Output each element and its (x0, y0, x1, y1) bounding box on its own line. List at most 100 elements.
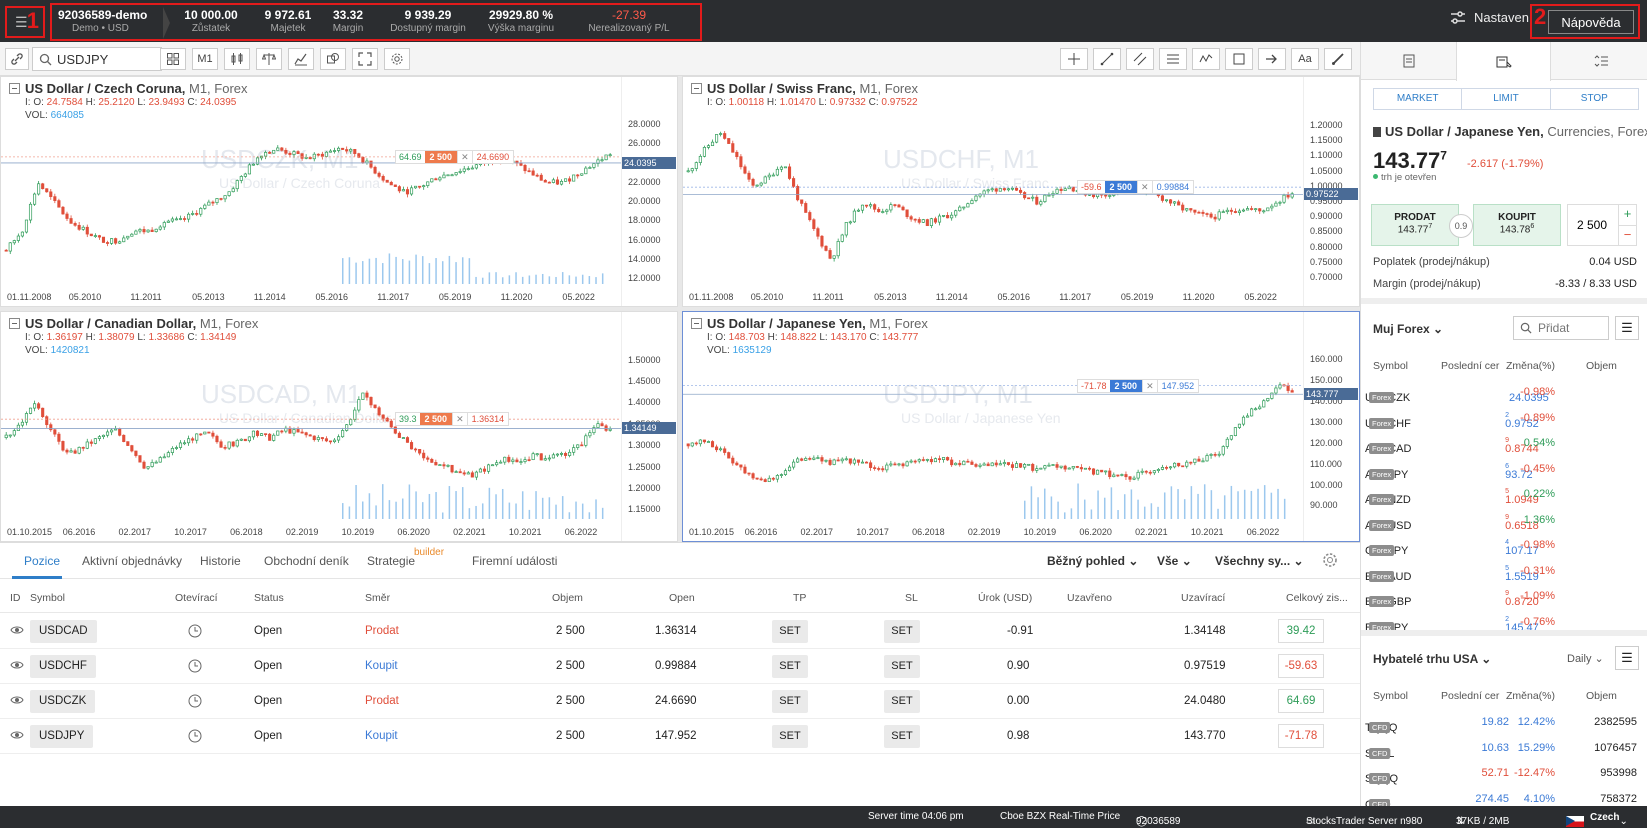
table-row[interactable]: USDCHF Open Koupit 2 500 0.99884 SET SET… (0, 649, 1360, 684)
position-symbol[interactable]: USDCAD (30, 620, 97, 643)
price-plot[interactable] (683, 312, 1303, 525)
list-item[interactable]: TQQQCFD 19.82 12.42% 2382595 (1361, 710, 1647, 735)
set-tp-button[interactable]: SET (772, 725, 808, 748)
order-tag[interactable]: -71.78 2 500 ✕ 147.952 (1077, 378, 1200, 393)
arrow-tool[interactable] (1258, 48, 1286, 70)
price-plot[interactable] (683, 77, 1303, 290)
compare-button[interactable] (256, 48, 282, 70)
list-item[interactable]: AUDUSDForex 0.65189 1.36% (1361, 508, 1647, 533)
indicators-button[interactable] (288, 48, 314, 70)
language-select[interactable]: Czech ⌄ (1566, 811, 1628, 827)
col-interest[interactable]: Úrok (USD) (978, 592, 1032, 604)
set-tp-button[interactable]: SET (772, 690, 808, 713)
order-type-market[interactable]: MARKET (1374, 89, 1463, 109)
fib-tool[interactable] (1159, 48, 1187, 70)
settings-button[interactable]: Nastaven (1450, 10, 1529, 25)
price-axis[interactable]: 28.000026.000024.000022.000020.000018.00… (621, 77, 677, 306)
list-item[interactable]: CADJPYForex 107.174 -0.98% (1361, 533, 1647, 558)
tab-corporate-events[interactable]: Firemní události (472, 554, 557, 568)
eye-icon[interactable] (10, 729, 24, 744)
position-symbol[interactable]: USDCHF (30, 655, 96, 678)
col-direction[interactable]: Směr (365, 592, 390, 604)
order-tag[interactable]: -59.6 2 500 ✕ 0.99884 (1077, 180, 1195, 195)
price-axis[interactable]: 1.20000 1.15000 1.10000 1.05000 1.00000 0.950… (1303, 77, 1359, 306)
position-symbol[interactable]: USDCZK (30, 690, 96, 713)
col-open[interactable]: Open (669, 592, 695, 604)
tab-active-orders[interactable]: Aktivní objednávky (82, 554, 182, 568)
fullscreen-button[interactable] (352, 48, 378, 70)
close-icon[interactable]: ✕ (452, 413, 468, 426)
tab-info[interactable] (1361, 42, 1456, 80)
list-item[interactable]: EURGBPForex 0.87209 -1.09% (1361, 584, 1647, 609)
chart-settings-button[interactable] (384, 48, 410, 70)
eye-icon[interactable] (10, 659, 24, 674)
price-axis[interactable]: 1.500001.450001.400001.350001.300001.250… (621, 312, 677, 541)
tab-positions[interactable]: Pozice (24, 554, 60, 568)
watchlist-add-input[interactable] (1538, 321, 1604, 335)
set-sl-button[interactable]: SET (884, 655, 920, 678)
close-icon[interactable]: ✕ (1142, 379, 1158, 392)
objects-button[interactable] (320, 48, 346, 70)
tab-order[interactable] (1456, 42, 1551, 81)
sell-button[interactable]: PRODAT 143.777 (1371, 204, 1459, 246)
list-item[interactable]: SQQQCFD 52.71 -12.47% 953998 (1361, 761, 1647, 786)
symbol-input[interactable] (57, 51, 157, 67)
table-row[interactable]: USDCZK Open Prodat 2 500 24.6690 SET SET… (0, 684, 1360, 719)
set-sl-button[interactable]: SET (884, 620, 920, 643)
table-row[interactable]: USDJPY Open Koupit 2 500 147.952 SET SET… (0, 719, 1360, 754)
set-tp-button[interactable]: SET (772, 620, 808, 643)
channel-tool[interactable] (1126, 48, 1154, 70)
plus-icon[interactable]: + (1619, 205, 1636, 225)
list-item[interactable]: AUDJPYForex 93.726 -0.45% (1361, 457, 1647, 482)
wave-tool[interactable] (1192, 48, 1220, 70)
minus-icon[interactable]: − (1619, 224, 1636, 246)
movers-period-select[interactable]: Daily ⌄ (1567, 652, 1604, 665)
list-item[interactable]: USDCHFForex 0.97522 -0.89% (1361, 406, 1647, 431)
set-sl-button[interactable]: SET (884, 690, 920, 713)
list-item[interactable]: AUDNZDForex 1.09495 0.22% (1361, 482, 1647, 507)
tab-strategies[interactable]: Strategie (367, 554, 415, 568)
quantity-input[interactable] (1568, 218, 1616, 232)
set-sl-button[interactable]: SET (884, 725, 920, 748)
view-select[interactable]: Běžný pohled ⌄ (1047, 554, 1138, 568)
order-tag[interactable]: 39.3 2 500 ✕ 1.36314 (395, 412, 510, 427)
close-icon[interactable]: ✕ (1137, 181, 1153, 194)
eye-icon[interactable] (10, 694, 24, 709)
table-row[interactable]: USDCAD Open Prodat 2 500 1.36314 SET SET… (0, 614, 1360, 649)
price-axis[interactable]: 160.000 150.000 140.000 130.000 120.000 110.0… (1303, 312, 1359, 541)
col-id[interactable]: ID (10, 592, 21, 604)
brush-tool[interactable] (1324, 48, 1352, 70)
col-volume[interactable]: Objem (552, 592, 583, 604)
trendline-tool[interactable] (1093, 48, 1121, 70)
list-item[interactable]: AUDCADForex 0.87449 0.54% (1361, 431, 1647, 456)
main-menu-button[interactable]: ☰ 1 (5, 6, 45, 38)
chart-usdchf[interactable]: USDCHF, M1 US Dollar / Swiss Franc US Doll… (682, 76, 1360, 307)
symbols-select[interactable]: Všechny sy... ⌄ (1215, 554, 1304, 568)
timeframe-button[interactable]: M1 (192, 48, 218, 70)
col-status[interactable]: Status (254, 592, 284, 604)
col-tp[interactable]: TP (793, 592, 806, 604)
watchlist-menu-button[interactable]: ☰ (1615, 316, 1639, 340)
account-id[interactable]: 92036589-demo Demo • USD (52, 5, 170, 39)
layout-button[interactable] (160, 48, 186, 70)
movers-menu-button[interactable]: ☰ (1615, 646, 1639, 670)
symbol-search[interactable] (32, 47, 162, 71)
col-close-price[interactable]: Uzavírací (1181, 592, 1225, 604)
rectangle-tool[interactable] (1225, 48, 1253, 70)
price-plot[interactable] (1, 77, 621, 290)
tab-history[interactable]: Historie (200, 554, 241, 568)
list-item[interactable]: SOXLCFD 10.63 15.29% 1076457 (1361, 736, 1647, 761)
price-plot[interactable] (1, 312, 621, 525)
list-item[interactable]: EURAUDForex 1.55195 -0.31% (1361, 559, 1647, 584)
chart-usdjpy[interactable]: USDJPY, M1 US Dollar / Japanese Yen US Dol… (682, 311, 1360, 542)
text-tool[interactable]: Aa (1291, 48, 1319, 70)
table-settings-button[interactable] (1322, 552, 1338, 571)
col-symbol[interactable]: Symbol (30, 592, 65, 604)
col-sl[interactable]: SL (905, 592, 918, 604)
position-symbol[interactable]: USDJPY (30, 725, 94, 748)
order-tag[interactable]: 64.69 2 500 ✕ 24.6690 (395, 149, 515, 164)
col-total-profit[interactable]: Celkový zis... (1286, 592, 1348, 604)
tab-trade-journal[interactable]: Obchodní deník (264, 554, 349, 568)
close-icon[interactable]: ✕ (457, 150, 473, 163)
list-item[interactable]: USDCZKForex 24.0395 -0.98% (1361, 380, 1647, 405)
